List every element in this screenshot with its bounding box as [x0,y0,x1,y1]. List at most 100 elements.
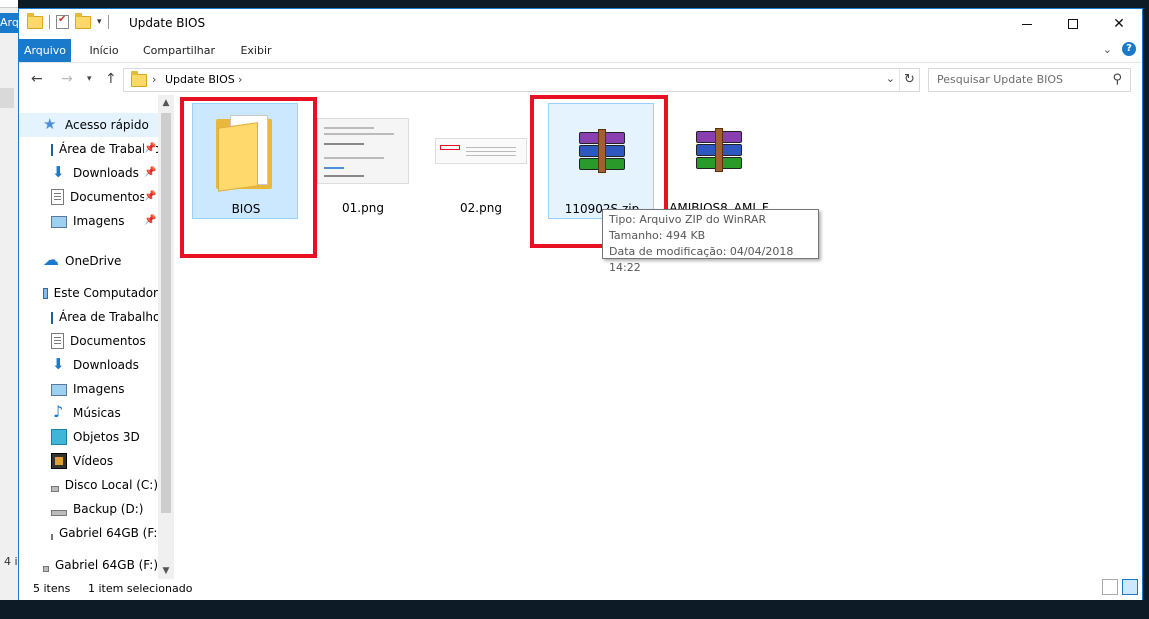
address-bar[interactable]: › Update BIOS › ⌄ ↻ [123,68,920,92]
desktop-icon [51,312,53,324]
file-tooltip: Tipo: Arquivo ZIP do WinRAR Tamanho: 494… [602,209,819,274]
nav-label: Downloads [73,166,139,180]
maximize-button[interactable] [1050,9,1096,39]
nav-drive-f[interactable]: Gabriel 64GB (F:) [19,521,162,545]
nav-pc-3d-objects[interactable]: Objetos 3D [19,425,158,449]
tab-view[interactable]: Exibir [231,39,281,62]
nav-onedrive[interactable]: OneDrive [19,249,158,273]
customize-toolbar-dropdown-icon[interactable]: ▾ [97,17,102,27]
search-box[interactable]: Pesquisar Update BIOS ⚲ [928,68,1131,92]
toolbar-divider [49,15,50,29]
recent-locations-chevron-icon[interactable]: ▾ [87,74,92,84]
background-scroll-area [0,88,14,108]
tab-home[interactable]: Início [79,39,129,62]
desktop-icon [51,144,53,156]
winrar-archive-icon [666,103,772,199]
documents-icon [51,189,64,205]
nav-label: Área de Trabalho [59,310,161,324]
nav-label: Downloads [73,358,139,372]
nav-pc-videos[interactable]: Vídeos [19,449,158,473]
expand-ribbon-icon[interactable]: ⌄ [1103,43,1112,56]
back-arrow-icon[interactable]: ← [31,71,43,87]
nav-pc-music[interactable]: Músicas [19,401,158,425]
nav-label: Vídeos [73,454,114,468]
videos-icon [51,453,67,469]
computer-icon [43,288,48,299]
nav-scrollbar[interactable]: ▲ ▼ [158,95,174,579]
large-icons-view-icon[interactable] [1122,579,1138,595]
new-folder-icon[interactable] [75,12,91,29]
nav-quick-desktop[interactable]: Área de Trabalho 📌 [19,137,160,161]
tab-share[interactable]: Compartilhar [137,39,221,62]
file-item-01-png[interactable]: 01.png [310,103,416,219]
breadcrumb-chevron-icon[interactable]: › [238,73,242,86]
drive-icon [51,534,53,540]
background-window: Arq 4 i [0,0,18,619]
window-controls: ✕ [1004,9,1142,39]
breadcrumb-update-bios[interactable]: Update BIOS [165,73,235,86]
nav-removable-f[interactable]: Gabriel 64GB (F:) [19,553,158,577]
nav-label: Imagens [73,382,125,396]
minimize-button[interactable] [1004,9,1050,39]
pin-icon[interactable]: 📌 [144,215,157,226]
pin-icon[interactable]: 📌 [144,167,157,178]
nav-quick-documents[interactable]: Documentos 📌 [19,185,158,209]
view-switcher [1102,579,1138,595]
scroll-up-icon[interactable]: ▲ [158,95,174,111]
nav-quick-access[interactable]: Acesso rápido [19,113,158,137]
file-name: 01.png [342,201,384,215]
nav-label: Backup (D:) [73,502,144,516]
tooltip-size: Tamanho: 494 KB [609,229,706,242]
background-file-tab[interactable]: Arq [0,13,18,33]
drive-icon [51,486,59,492]
nav-drive-d[interactable]: Backup (D:) [19,497,158,521]
tab-file[interactable]: Arquivo [19,39,71,62]
toolbar-divider [107,15,109,29]
highlight-box-bios [180,97,317,258]
nav-label: Acesso rápido [65,118,149,132]
address-history-chevron-icon[interactable]: ⌄ [886,72,895,85]
navigation-pane: Acesso rápido Área de Trabalho 📌 Downloa… [19,95,174,579]
ribbon: Arquivo Início Compartilhar Exibir ⌄ ? [19,39,1142,63]
forward-arrow-icon[interactable]: → [61,71,73,87]
maximize-icon [1068,19,1078,29]
title-bar: ▾ Update BIOS ✕ [19,9,1142,39]
nav-quick-pictures[interactable]: Imagens 📌 [19,209,158,233]
scroll-thumb[interactable] [161,113,171,513]
pin-icon[interactable]: 📌 [144,143,157,154]
background-status-count: 4 i [4,555,18,568]
nav-label: Este Computador [53,286,158,300]
tooltip-modified: Data de modificação: 04/04/2018 14:22 [609,245,794,274]
search-icon[interactable]: ⚲ [1112,72,1122,87]
details-view-icon[interactable] [1102,579,1118,595]
scroll-down-icon[interactable]: ▼ [158,563,174,579]
pictures-icon [51,384,67,396]
nav-label: Documentos [70,334,146,348]
file-item-amibios8[interactable]: AMIBIOS8_AMI_F [666,103,772,219]
close-button[interactable]: ✕ [1096,9,1142,39]
nav-quick-downloads[interactable]: Downloads 📌 [19,161,158,185]
pin-icon[interactable]: 📌 [144,191,157,202]
nav-pc-downloads[interactable]: Downloads [19,353,158,377]
desktop-background [0,600,1149,619]
properties-icon[interactable] [56,14,69,29]
star-icon [43,115,59,133]
refresh-icon[interactable]: ↻ [899,69,919,91]
background-titlebar [0,0,18,8]
close-icon: ✕ [1113,16,1125,32]
nav-label: OneDrive [65,254,122,268]
help-icon[interactable]: ? [1122,42,1136,56]
nav-drive-c[interactable]: Disco Local (C:) [19,473,158,497]
nav-pc-desktop[interactable]: Área de Trabalho [19,305,161,329]
file-item-02-png[interactable]: 02.png [428,103,534,219]
nav-pc-documents[interactable]: Documentos [19,329,158,353]
pictures-icon [51,216,67,228]
nav-label: Objetos 3D [73,430,140,444]
navigation-bar: ← → ▾ ↑ › Update BIOS › ⌄ ↻ Pesquisar Up… [19,63,1142,95]
breadcrumb-chevron-icon[interactable]: › [152,73,156,86]
drive-icon [51,510,67,516]
nav-this-pc[interactable]: Este Computador [19,281,158,305]
nav-pc-pictures[interactable]: Imagens [19,377,158,401]
up-arrow-icon[interactable]: ↑ [105,71,117,87]
folder-icon [131,71,147,87]
